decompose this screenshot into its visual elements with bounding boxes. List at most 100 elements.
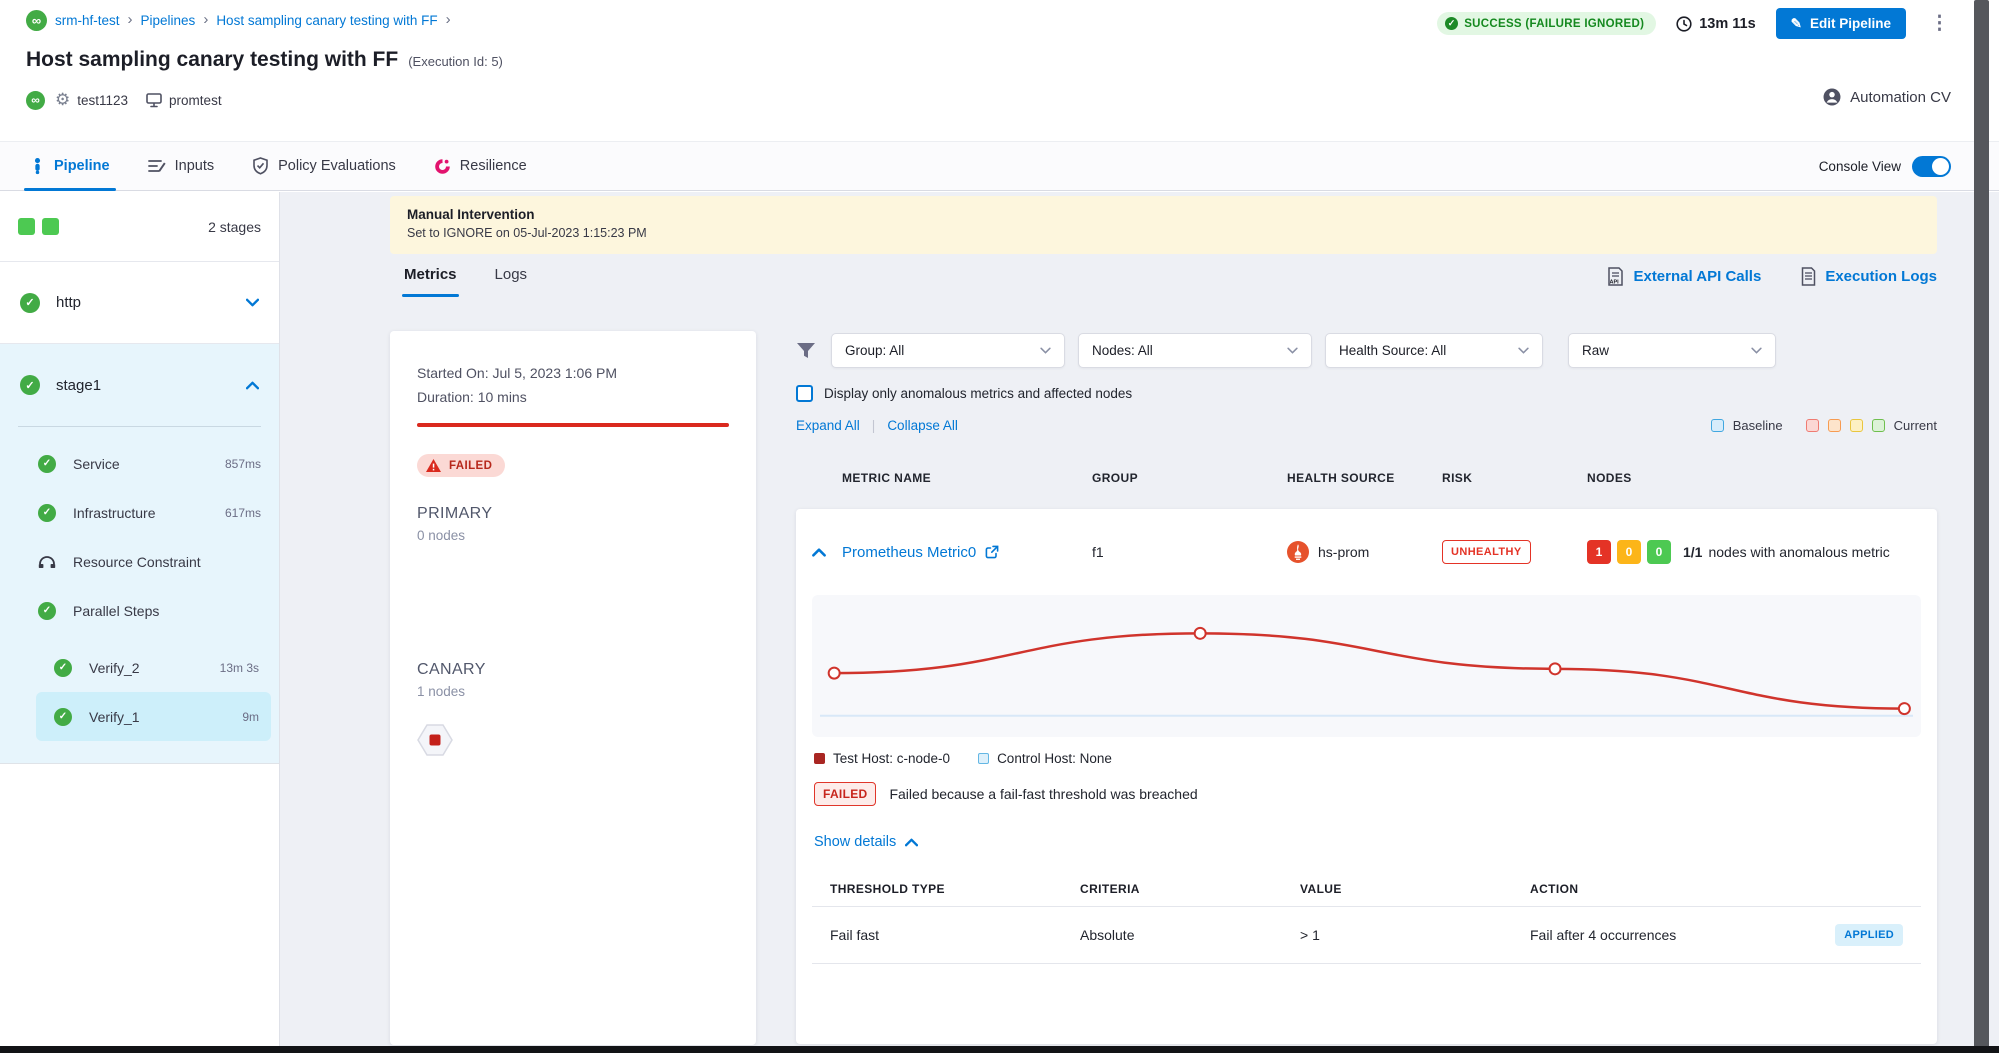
stages-count: 2 stages [208, 219, 261, 235]
success-check-icon: ✓ [38, 602, 56, 620]
tab-logs[interactable]: Logs [495, 266, 528, 297]
group-filter-select[interactable]: Group: All [831, 333, 1065, 368]
harness-logo-icon: ∞ [26, 10, 47, 31]
control-host-legend: Control Host: None [978, 751, 1112, 766]
breadcrumb-separator: › [203, 11, 208, 28]
failure-message: Failed because a fail-fast threshold was… [889, 786, 1197, 802]
tab-resilience[interactable]: Resilience [434, 142, 527, 190]
breadcrumb-pipelines[interactable]: Pipelines [141, 13, 196, 28]
collapse-all-link[interactable]: Collapse All [887, 418, 958, 433]
external-api-calls-link[interactable]: API External API Calls [1607, 267, 1761, 286]
vertical-scrollbar[interactable] [1974, 0, 1989, 1053]
applied-badge: APPLIED [1835, 924, 1903, 946]
sidebar-stage-stage1[interactable]: ✓ stage1 [0, 344, 279, 426]
tab-inputs[interactable]: Inputs [148, 142, 215, 190]
metric-name-link[interactable]: Prometheus Metric0 [842, 544, 1092, 561]
nodes-filter-select[interactable]: Nodes: All [1078, 333, 1312, 368]
test-host-swatch [814, 753, 825, 764]
external-link-icon[interactable] [985, 545, 999, 559]
tab-metrics[interactable]: Metrics [404, 266, 457, 297]
threshold-table-header: THRESHOLD TYPE CRITERIA VALUE ACTION [812, 872, 1921, 906]
breadcrumb-project[interactable]: srm-hf-test [55, 13, 120, 28]
pencil-icon: ✎ [1791, 16, 1802, 32]
service-chip[interactable]: ⚙ test1123 [55, 90, 128, 110]
threshold-value: > 1 [1300, 927, 1530, 943]
prometheus-icon [1287, 541, 1309, 563]
stage-square-icon [42, 218, 59, 235]
threshold-action: Fail after 4 occurrences [1530, 927, 1813, 943]
main-tabbar: Pipeline Inputs Policy Evaluations Resil… [0, 141, 1999, 191]
success-check-icon: ✓ [54, 708, 72, 726]
breadcrumb-separator: › [128, 11, 133, 28]
sidebar-step-parallel-steps[interactable]: ✓ Parallel Steps [0, 586, 279, 635]
canary-node-hexagon[interactable] [417, 724, 729, 756]
breadcrumb-pipeline-name[interactable]: Host sampling canary testing with FF [216, 13, 437, 28]
gear-icon: ⚙ [55, 90, 70, 110]
shield-check-icon [252, 157, 269, 175]
threshold-table-row: Fail fast Absolute > 1 Fail after 4 occu… [812, 906, 1921, 964]
risk-badge: UNHEALTHY [1442, 540, 1531, 564]
more-options-icon[interactable]: ⋮ [1926, 12, 1953, 35]
page-title: Host sampling canary testing with FF [26, 48, 398, 72]
collapse-row-chevron[interactable] [812, 548, 842, 557]
sidebar-step-service[interactable]: ✓ Service 857ms [0, 439, 279, 488]
metric-table-row: Prometheus Metric0 f1 [796, 509, 1937, 595]
execution-sidebar: 2 stages ✓ http ✓ stage1 ✓ Service 857ms [0, 192, 280, 1053]
test-host-legend: Test Host: c-node-0 [814, 751, 950, 766]
metric-card: Prometheus Metric0 f1 [796, 509, 1937, 1044]
sidebar-step-verify-1[interactable]: ✓ Verify_1 9m [36, 692, 271, 741]
sidebar-stage-http[interactable]: ✓ http [0, 262, 279, 344]
chart-color-legend: Baseline Current [1711, 418, 1937, 433]
success-check-icon: ✓ [38, 504, 56, 522]
current-orange-swatch [1828, 419, 1841, 432]
baseline-legend-swatch [1711, 419, 1724, 432]
expand-all-link[interactable]: Expand All [796, 418, 860, 433]
chevron-down-icon[interactable] [246, 298, 259, 307]
console-view-toggle[interactable] [1912, 156, 1951, 177]
page-body: 2 stages ✓ http ✓ stage1 ✓ Service 857ms [0, 192, 1999, 1053]
monitor-icon [146, 93, 162, 108]
verification-tabs: Metrics Logs API External API Calls [404, 266, 1937, 297]
check-icon: ✓ [1445, 17, 1458, 30]
document-icon [1801, 267, 1816, 286]
nodes-summary: 1 0 0 1/1 nodes with anomalous metric [1587, 540, 1921, 564]
sidebar-step-resource-constraint[interactable]: Resource Constraint [0, 537, 279, 586]
status-badge: ✓ SUCCESS (FAILURE IGNORED) [1437, 12, 1656, 35]
chevron-up-icon[interactable] [246, 381, 259, 390]
chevron-down-icon [1287, 347, 1298, 354]
anomalous-only-checkbox[interactable] [796, 385, 813, 402]
stage-square-icon [18, 218, 35, 235]
current-yellow-swatch [1850, 419, 1863, 432]
sidebar-step-verify-2[interactable]: ✓ Verify_2 13m 3s [36, 643, 271, 692]
edit-pipeline-button[interactable]: ✎ Edit Pipeline [1776, 8, 1906, 39]
execution-id: (Execution Id: 5) [408, 54, 503, 69]
divider: | [872, 418, 876, 433]
pipeline-icon [30, 157, 45, 175]
success-check-icon: ✓ [20, 293, 40, 313]
environment-chip[interactable]: promtest [146, 93, 222, 108]
canary-chart-svg [812, 595, 1921, 737]
show-details-link[interactable]: Show details [814, 834, 1919, 850]
sidebar-stage1-section: ✓ stage1 ✓ Service 857ms ✓ Infrastructur… [0, 344, 279, 764]
success-check-icon: ✓ [38, 455, 56, 473]
execution-logs-link[interactable]: Execution Logs [1801, 267, 1937, 286]
resource-constraint-icon [38, 555, 56, 569]
clock-icon [1676, 16, 1692, 32]
started-on: Started On: Jul 5, 2023 1:06 PM [417, 365, 729, 381]
anomalous-node-count: 1 [1587, 540, 1611, 564]
canary-chart-panel[interactable] [812, 595, 1921, 737]
metrics-table-header: METRIC NAME GROUP HEALTH SOURCE RISK NOD… [796, 471, 1937, 485]
threshold-type: Fail fast [830, 927, 1080, 943]
health-source-filter-select[interactable]: Health Source: All [1325, 333, 1543, 368]
sidebar-step-infrastructure[interactable]: ✓ Infrastructure 617ms [0, 488, 279, 537]
tab-policy-evaluations[interactable]: Policy Evaluations [252, 142, 396, 190]
header: ∞ srm-hf-test › Pipelines › Host samplin… [0, 0, 1999, 141]
warning-triangle-icon [426, 459, 441, 472]
verification-summary-card: Started On: Jul 5, 2023 1:06 PM Duration… [390, 331, 756, 1045]
data-mode-select[interactable]: Raw [1568, 333, 1776, 368]
current-user[interactable]: Automation CV [1823, 88, 1951, 106]
node-hexagon-icon [417, 724, 453, 756]
canary-node-count: 1 nodes [417, 684, 729, 699]
success-check-icon: ✓ [54, 659, 72, 677]
tab-pipeline[interactable]: Pipeline [30, 142, 110, 190]
